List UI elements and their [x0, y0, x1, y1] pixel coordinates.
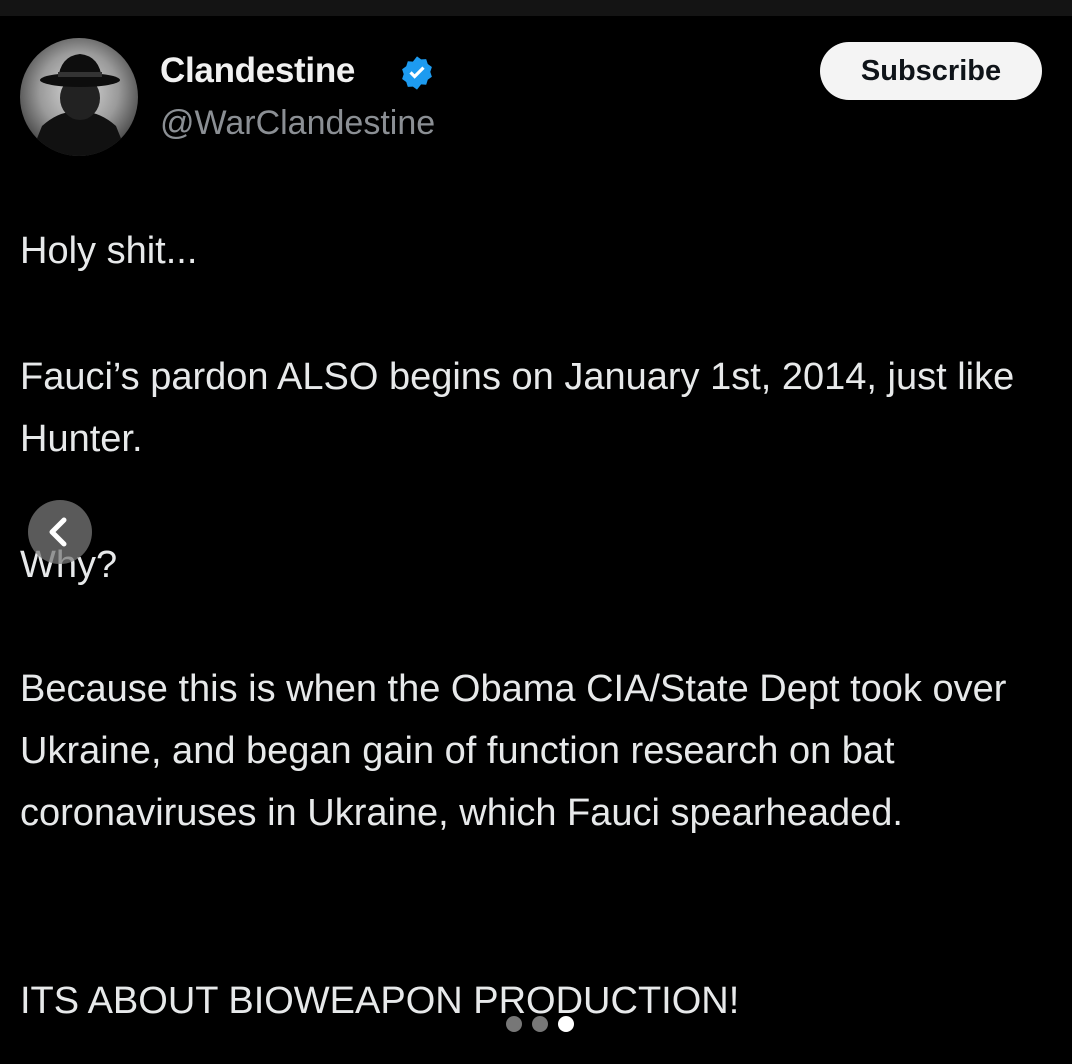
- avatar[interactable]: [20, 38, 138, 156]
- post-paragraph-3: Why?: [20, 544, 118, 586]
- carousel-dot[interactable]: [532, 1016, 548, 1032]
- top-strip: [0, 0, 1072, 16]
- display-name[interactable]: Clandestine: [160, 50, 355, 92]
- chevron-left-icon: [49, 517, 67, 547]
- post-paragraph-2: Fauci’s pardon ALSO begins on January 1s…: [20, 356, 1015, 460]
- post-paragraph-4: Because this is when the Obama CIA/State…: [20, 668, 1007, 834]
- post-paragraph-1: Holy shit...: [20, 230, 198, 272]
- hat-figure-avatar-icon: [30, 54, 128, 156]
- subscribe-button[interactable]: Subscribe: [820, 42, 1042, 100]
- carousel-dot-active[interactable]: [558, 1016, 574, 1032]
- carousel-dot[interactable]: [506, 1016, 522, 1032]
- author-handle[interactable]: @WarClandestine: [160, 102, 435, 144]
- post-card: Clandestine @WarClandestine Subscribe Ho…: [0, 16, 1072, 1064]
- carousel-indicator: [506, 1016, 576, 1032]
- verified-badge-icon: [402, 56, 432, 90]
- carousel-prev-button[interactable]: [28, 500, 92, 564]
